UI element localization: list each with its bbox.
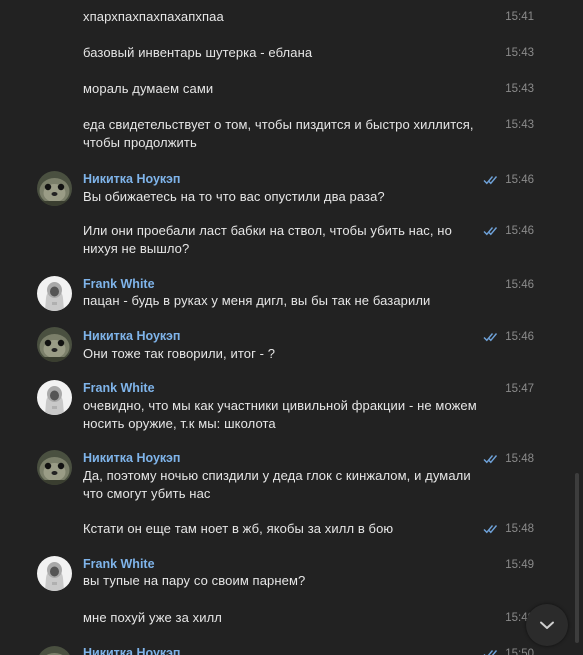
avatar[interactable]	[37, 380, 72, 415]
avatar[interactable]	[37, 171, 72, 206]
message-time: 15:43	[505, 47, 534, 59]
avatar[interactable]	[37, 646, 72, 655]
message-time: 15:49	[505, 559, 534, 571]
message-author[interactable]: Никитка Ноукэп	[83, 450, 180, 466]
message-text: хпархпахпахпахапхпаа	[83, 9, 224, 24]
message-text: еда свидетельствует о том, чтобы пиздитс…	[83, 117, 474, 150]
chevron-down-icon	[540, 621, 554, 629]
message-text: Или они проебали ласт бабки на ствол, чт…	[83, 223, 452, 256]
avatar[interactable]	[37, 276, 72, 311]
double-check-icon	[483, 455, 498, 464]
avatar[interactable]	[37, 450, 72, 485]
hoodie-avatar-icon	[37, 276, 72, 311]
double-check-icon	[483, 176, 498, 185]
hoodie-avatar-icon	[37, 380, 72, 415]
message-text: Кстати он еще там ноет в жб, якобы за хи…	[83, 521, 394, 536]
message-text: мне похуй уже за хилл	[83, 610, 222, 625]
message-author[interactable]: Frank White	[83, 556, 155, 572]
double-check-icon	[483, 333, 498, 342]
double-check-icon	[483, 650, 498, 655]
seal-avatar-icon	[37, 646, 72, 655]
message-time: 15:48	[505, 523, 534, 535]
message-time: 15:43	[505, 119, 534, 131]
scroll-down-button[interactable]	[526, 604, 568, 646]
message-text: пацан - будь в руках у меня дигл, вы бы …	[83, 293, 431, 308]
message-text: Да, поэтому ночью спиздили у деда глок с…	[83, 468, 471, 501]
message-time: 15:50	[505, 648, 534, 655]
message-author[interactable]: Никитка Ноукэп	[83, 171, 180, 187]
avatar[interactable]	[37, 556, 72, 591]
message-time: 15:46	[505, 331, 534, 343]
hoodie-avatar-icon	[37, 556, 72, 591]
avatar[interactable]	[37, 327, 72, 362]
message-time: 15:43	[505, 83, 534, 95]
double-check-icon	[483, 525, 498, 534]
message-author[interactable]: Никитка Ноукэп	[83, 645, 180, 655]
message-time: 15:47	[505, 383, 534, 395]
seal-avatar-icon	[37, 171, 72, 206]
message-text: базовый инвентарь шутерка - еблана	[83, 45, 313, 60]
message-text: мораль думаем сами	[83, 81, 214, 96]
scrollbar-thumb[interactable]	[575, 473, 579, 643]
seal-avatar-icon	[37, 327, 72, 362]
double-check-icon	[483, 227, 498, 236]
message-time: 15:48	[505, 453, 534, 465]
message-text: очевидно, что мы как участники цивильной…	[83, 398, 477, 431]
chat-history: хпархпахпахпахапхпаа 15:41 базовый инвен…	[0, 0, 583, 655]
seal-avatar-icon	[37, 450, 72, 485]
message-time: 15:46	[505, 174, 534, 186]
message-time: 15:41	[505, 11, 534, 23]
message-text: Вы обижаетесь на то что вас опустили два…	[83, 189, 385, 204]
message-author[interactable]: Frank White	[83, 276, 155, 292]
message-author[interactable]: Никитка Ноукэп	[83, 328, 180, 344]
message-text: Они тоже так говорили, итог - ?	[83, 346, 276, 361]
message-time: 15:46	[505, 279, 534, 291]
message-time: 15:46	[505, 225, 534, 237]
message-author[interactable]: Frank White	[83, 380, 155, 396]
message-text: вы тупые на пару со своим парнем?	[83, 573, 306, 588]
